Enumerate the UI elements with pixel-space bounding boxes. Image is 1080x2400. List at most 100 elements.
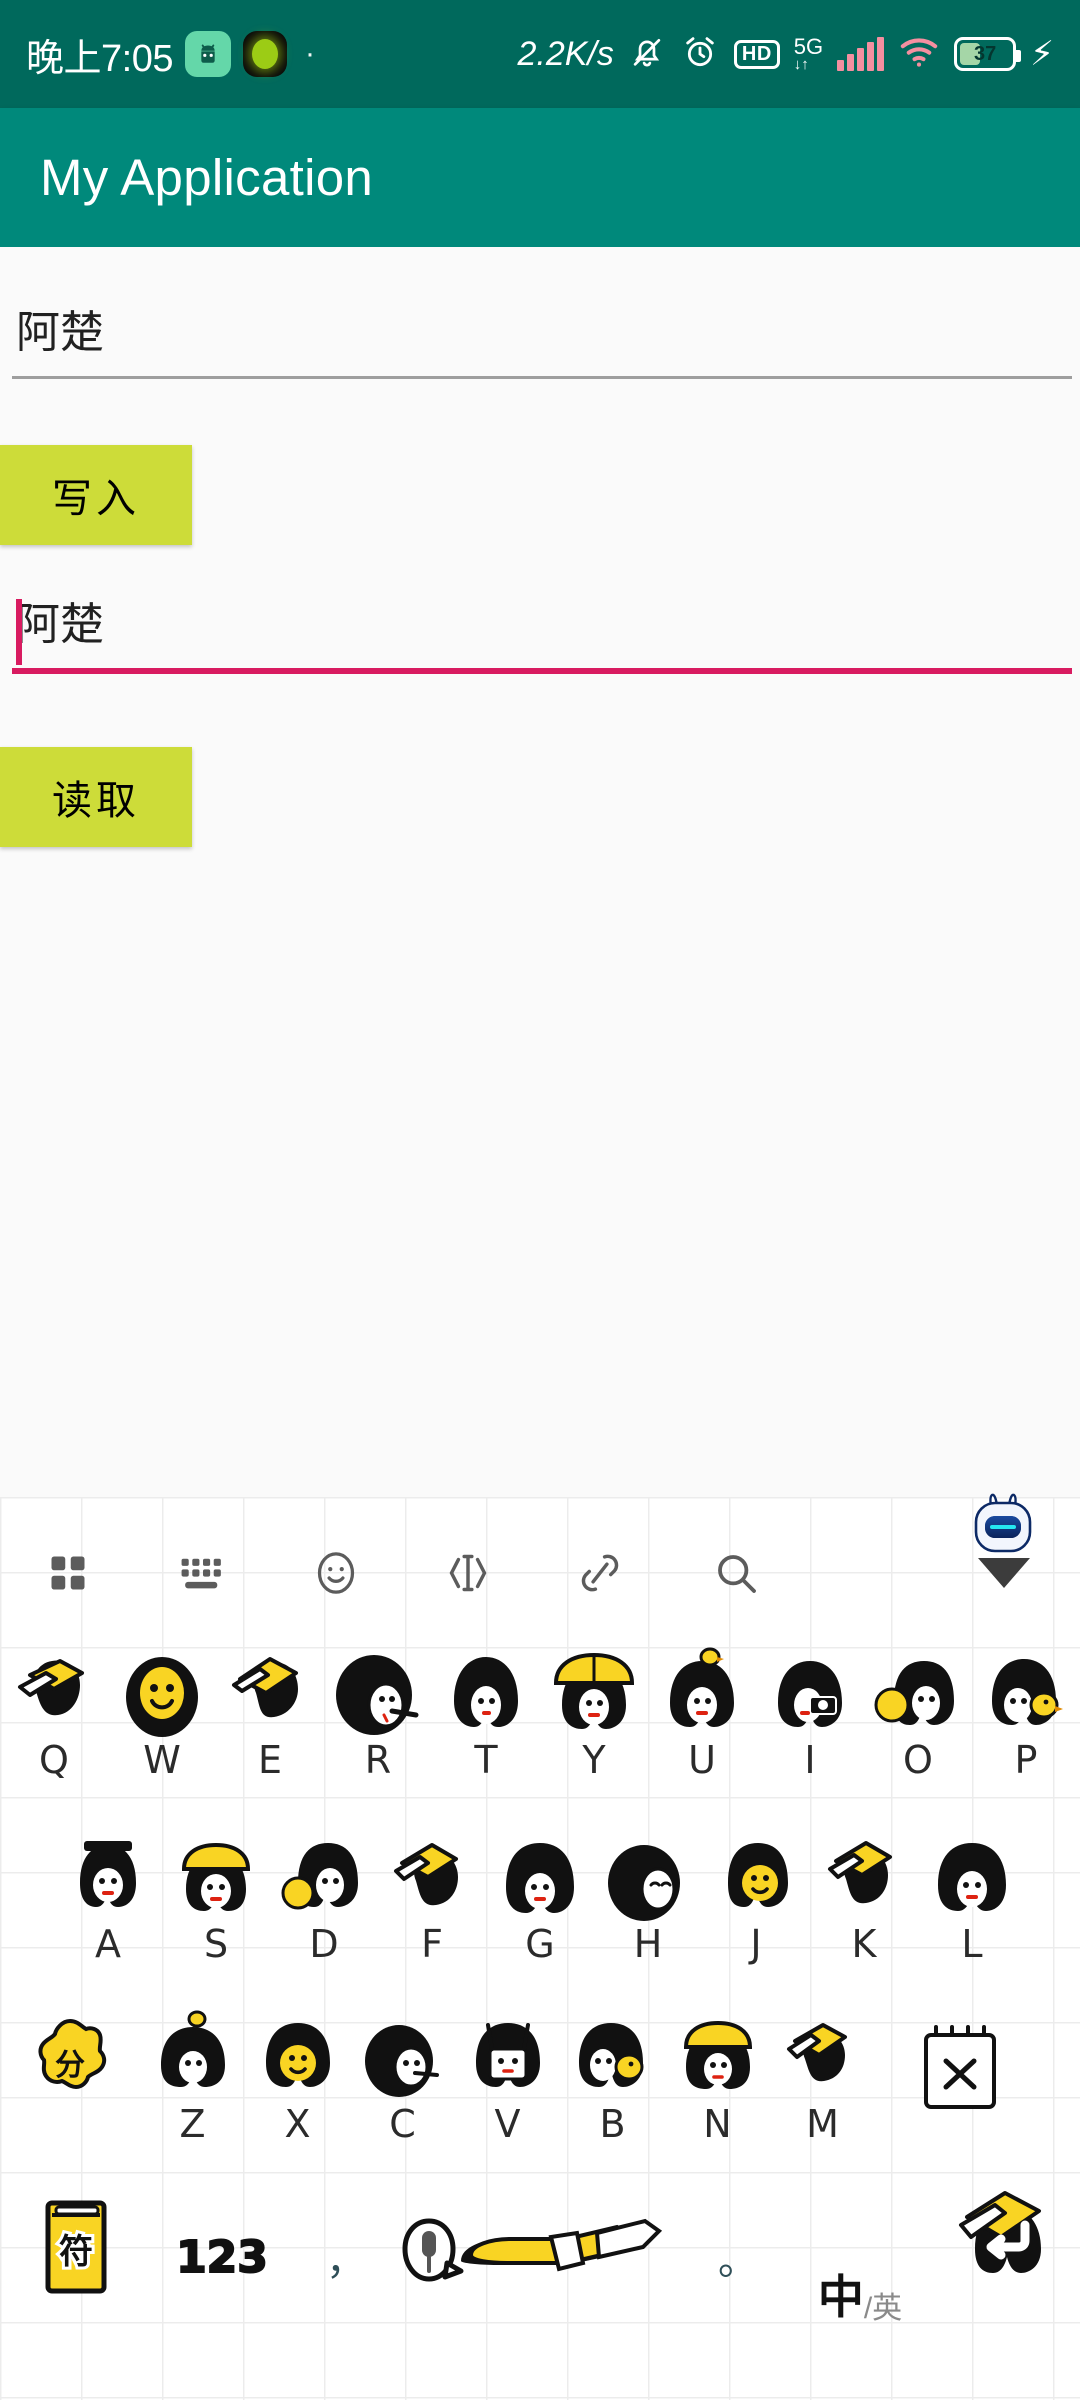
signal-bars-icon (837, 37, 885, 71)
virtual-keyboard: Q W E R T Y U I O P A S D F G H J K L 分 … (0, 1497, 1080, 2400)
key-label: E (257, 1738, 282, 1782)
key-o[interactable]: O (864, 1643, 972, 1783)
key-h[interactable]: H (594, 1827, 702, 1967)
doodle-duckling-girl (978, 1643, 1074, 1752)
shift-key[interactable]: 分 (0, 2007, 140, 2147)
key-r[interactable]: R (324, 1643, 432, 1783)
phone-screen: 晚上7:05 · 2.2K/s HD 5G ↓↑ 37 ⚡ My Applica… (0, 0, 1080, 2400)
android-robot-icon (184, 31, 231, 77)
key-label: 。 (718, 2239, 758, 2283)
key-label: R (364, 1738, 392, 1782)
period-key[interactable]: 。 (686, 2187, 790, 2327)
key-y[interactable]: Y (540, 1643, 648, 1783)
symbol-key[interactable]: 符 符 (0, 2187, 148, 2327)
language-primary-label: 中 (817, 2271, 864, 2323)
key-label: H (633, 1922, 663, 1966)
comma-key[interactable]: ， (296, 2187, 396, 2327)
alarm-clock-icon (680, 32, 720, 77)
read-button[interactable]: 读取 (0, 747, 192, 847)
key-label: ， (326, 2239, 366, 2283)
key-l[interactable]: L (918, 1827, 1026, 1967)
key-j[interactable]: J (702, 1827, 810, 1967)
doodle-pigtail-girl (924, 1827, 1020, 1936)
key-s[interactable]: S (162, 1827, 270, 1967)
key-f[interactable]: F (378, 1827, 486, 1967)
doodle-yellow-book-girl-3 (816, 1827, 912, 1936)
battery-indicator: 37 (954, 37, 1022, 71)
svg-text:符: 符 (59, 2232, 93, 2272)
doodle-yellow-cap-girl (168, 1827, 264, 1936)
key-u[interactable]: U (648, 1643, 756, 1783)
page-title: My Application (40, 149, 374, 206)
row-zxcv: 分 Z X C V B N M (0, 2007, 1080, 2147)
read-output-field[interactable]: 阿楚 (12, 599, 1072, 674)
symbol-book-icon: 符 (26, 2193, 122, 2308)
key-b[interactable]: B (560, 2007, 665, 2147)
text-cursor-edit-icon[interactable] (402, 1550, 534, 1596)
doodle-yellow-ball-girl-2 (276, 1827, 372, 1936)
network-type-label: 5G (793, 34, 824, 59)
doodle-duck-head-girl (147, 2007, 239, 2112)
key-n[interactable]: N (665, 2007, 770, 2147)
key-v[interactable]: V (455, 2007, 560, 2147)
key-p[interactable]: P (972, 1643, 1080, 1783)
key-k[interactable]: K (810, 1827, 918, 1967)
key-z[interactable]: Z (140, 2007, 245, 2147)
key-x[interactable]: X (245, 2007, 350, 2147)
key-q[interactable]: Q (0, 1643, 108, 1783)
key-w[interactable]: W (108, 1643, 216, 1783)
network-data-arrows: ↓↑ (793, 56, 809, 73)
keyboard-layout-icon[interactable] (136, 1551, 270, 1595)
doodle-smiley-face-girl (114, 1643, 210, 1752)
key-d[interactable]: D (270, 1827, 378, 1967)
key-c[interactable]: C (350, 2007, 455, 2147)
lightning-bolt-icon: ⚡ (1030, 35, 1054, 73)
key-label: N (703, 2102, 732, 2146)
network-type-indicator: 5G ↓↑ (793, 34, 824, 73)
key-label: J (750, 1922, 762, 1966)
numeric-key[interactable]: 123 (148, 2187, 296, 2327)
backspace-notepad-icon (912, 2021, 1008, 2122)
row-qwerty: Q W E R T Y U I O P (0, 1643, 1080, 1783)
key-label: B (599, 2102, 626, 2146)
doodle-yellow-hat-girl (546, 1643, 642, 1752)
key-label: U (688, 1738, 716, 1782)
green-dot-indicator-icon (242, 31, 287, 77)
write-input-field[interactable]: 阿楚 (12, 307, 1072, 379)
emoji-smiley-icon[interactable] (270, 1548, 402, 1598)
key-label: V (494, 2102, 521, 2146)
write-input-value[interactable]: 阿楚 (12, 307, 1072, 376)
doodle-yellow-flag-girl-2 (777, 2007, 869, 2112)
clip-link-icon[interactable] (534, 1548, 666, 1598)
key-e[interactable]: E (216, 1643, 324, 1783)
doodle-camera-girl (762, 1643, 858, 1752)
doodle-bob-hair-girl (438, 1643, 534, 1752)
doodle-jar-girl (60, 1827, 156, 1936)
enter-key[interactable] (930, 2187, 1080, 2327)
key-label: W (143, 1738, 181, 1782)
chevron-down-icon[interactable] (806, 1556, 1080, 1590)
backspace-key[interactable] (875, 2007, 1045, 2147)
search-icon[interactable] (666, 1549, 806, 1597)
bell-muted-icon (628, 33, 666, 76)
key-i[interactable]: I (756, 1643, 864, 1783)
key-label: C (389, 2102, 416, 2146)
key-g[interactable]: G (486, 1827, 594, 1967)
language-toggle-key[interactable]: 中 /英 (790, 2187, 930, 2327)
key-label: I (804, 1738, 816, 1782)
key-t[interactable]: T (432, 1643, 540, 1783)
doodle-smiley-yellow-girl (708, 1827, 804, 1936)
key-m[interactable]: M (770, 2007, 875, 2147)
write-input-underline (12, 375, 1072, 379)
key-a[interactable]: A (54, 1827, 162, 1967)
status-time: 晚上7:05 (26, 37, 173, 80)
write-button[interactable]: 写入 (0, 445, 192, 545)
key-label: M (806, 2102, 839, 2146)
robot-assistant-icon[interactable] (968, 1492, 1038, 1556)
doodle-yellow-hat-girl-2 (672, 2007, 764, 2112)
network-speed: 2.2K/s (517, 34, 614, 73)
space-key[interactable] (396, 2187, 686, 2327)
grid-apps-icon[interactable] (0, 1551, 136, 1595)
read-output-underline (12, 667, 1072, 674)
read-output-value[interactable]: 阿楚 (12, 599, 1072, 668)
